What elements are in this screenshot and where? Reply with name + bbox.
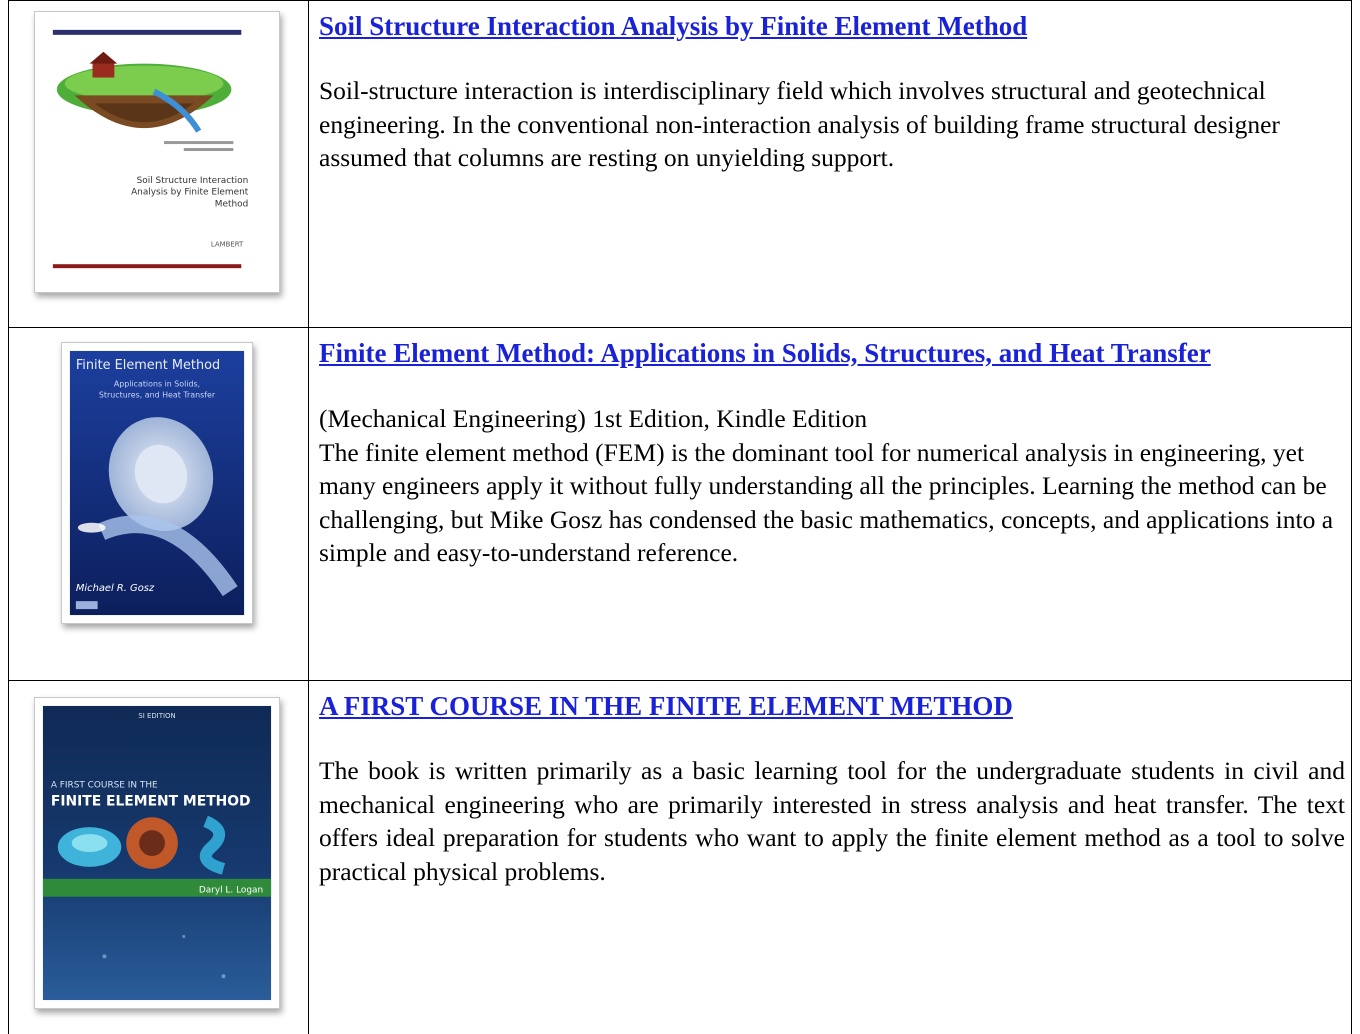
- cover-subtitle: Structures, and Heat Transfer: [99, 391, 216, 400]
- cover-title-small: A FIRST COURSE IN THE: [51, 780, 158, 790]
- cover-publisher: LAMBERT: [211, 240, 244, 248]
- book-cover-image: SI EDITION A FIRST COURSE IN THE FINITE …: [34, 697, 280, 1009]
- table-row: Finite Element Method Applications in So…: [9, 328, 1352, 681]
- description-cell: A FIRST COURSE IN THE FINITE ELEMENT MET…: [309, 681, 1352, 1034]
- book-description: (Mechanical Engineering) 1st Edition, Ki…: [319, 402, 1345, 570]
- book-title-link[interactable]: A FIRST COURSE IN THE FINITE ELEMENT MET…: [319, 689, 1345, 723]
- book-title-link[interactable]: Soil Structure Interaction Analysis by F…: [319, 9, 1345, 43]
- cover-author: Daryl L. Logan: [199, 886, 263, 896]
- cover-cell: Soil Structure Interaction Analysis by F…: [9, 1, 309, 328]
- cover-edition: SI EDITION: [138, 712, 175, 720]
- book-cover-image: Finite Element Method Applications in So…: [61, 342, 253, 624]
- book-cover-image: Soil Structure Interaction Analysis by F…: [34, 11, 280, 293]
- table-row: Soil Structure Interaction Analysis by F…: [9, 1, 1352, 328]
- cover-title: Finite Element Method: [76, 358, 220, 373]
- table-row: SI EDITION A FIRST COURSE IN THE FINITE …: [9, 681, 1352, 1034]
- cover-cell: Finite Element Method Applications in So…: [9, 328, 309, 681]
- cover-title-line: Analysis by Finite Element: [131, 188, 249, 198]
- cover-title: FINITE ELEMENT METHOD: [51, 793, 251, 809]
- book-description: Soil-structure interaction is interdisci…: [319, 74, 1345, 175]
- cover-title-line: Soil Structure Interaction: [137, 176, 249, 186]
- book-table: Soil Structure Interaction Analysis by F…: [8, 0, 1352, 1034]
- description-cell: Finite Element Method: Applications in S…: [309, 328, 1352, 681]
- cover-cell: SI EDITION A FIRST COURSE IN THE FINITE …: [9, 681, 309, 1034]
- book-description: The book is written primarily as a basic…: [319, 754, 1345, 888]
- book-title-link[interactable]: Finite Element Method: Applications in S…: [319, 336, 1345, 370]
- cover-subtitle: Applications in Solids,: [114, 380, 200, 389]
- cover-title-line: Method: [215, 200, 248, 210]
- description-cell: Soil Structure Interaction Analysis by F…: [309, 1, 1352, 328]
- cover-author: Michael R. Gosz: [76, 583, 155, 594]
